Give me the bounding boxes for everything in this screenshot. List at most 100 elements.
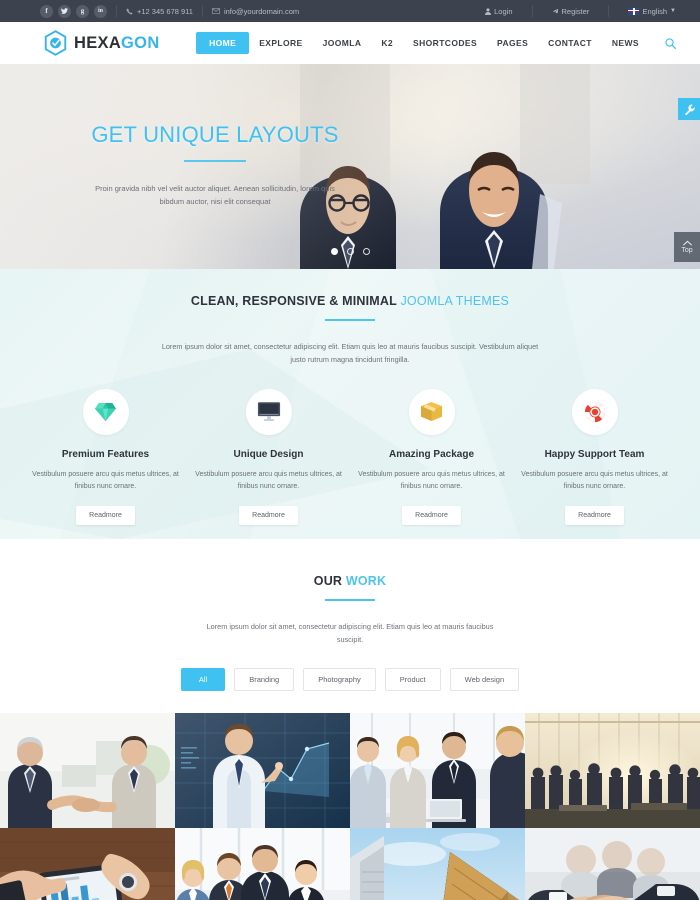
user-icon bbox=[485, 7, 492, 15]
feature-text: Vestibulum posuere arcu quis metus ultri… bbox=[358, 470, 505, 491]
feature-card-package: Amazing Package Vestibulum posuere arcu … bbox=[350, 388, 513, 526]
package-icon-wrap bbox=[408, 388, 455, 435]
features-title-dark: CLEAN, RESPONSIVE & MINIMAL bbox=[190, 294, 397, 308]
phone-info: +12 345 678 911 bbox=[126, 7, 193, 16]
features-title-accent: JOOMLA THEMES bbox=[400, 294, 510, 308]
lifebuoy-icon-wrap bbox=[571, 388, 618, 435]
portfolio-tile-conference-silhouettes[interactable] bbox=[525, 712, 700, 828]
uk-flag-icon bbox=[628, 7, 640, 15]
readmore-button-premium[interactable]: Readmore bbox=[76, 506, 135, 526]
hero-title: GET UNIQUE LAYOUTS bbox=[91, 122, 339, 147]
twitter-icon[interactable] bbox=[58, 4, 71, 18]
feature-title: Unique Design bbox=[233, 448, 304, 460]
nav-item-k2[interactable]: K2 bbox=[371, 32, 403, 54]
features-section: CLEAN, RESPONSIVE & MINIMAL JOOMLA THEME… bbox=[0, 269, 700, 539]
filter-all[interactable]: All bbox=[180, 667, 226, 691]
portfolio-grid bbox=[0, 712, 700, 900]
language-label: English bbox=[642, 6, 668, 16]
our-work-section: OUR WORK Lorem ipsum dolor sit amet, con… bbox=[0, 539, 700, 900]
phone-icon bbox=[126, 7, 133, 15]
hero-subtitle: Proin gravida nibh vel velit auctor aliq… bbox=[95, 184, 335, 207]
facebook-icon[interactable]: f bbox=[40, 4, 53, 18]
work-title-dark: OUR bbox=[313, 574, 343, 588]
googleplus-icon[interactable]: g bbox=[76, 4, 89, 18]
lifebuoy-icon bbox=[584, 401, 605, 423]
filter-webdesign[interactable]: Web design bbox=[449, 667, 520, 691]
slider-dot-1[interactable] bbox=[330, 248, 338, 255]
nav-item-shortcodes[interactable]: SHORTCODES bbox=[403, 32, 487, 54]
nav-item-contact[interactable]: CONTACT bbox=[538, 32, 602, 54]
portfolio-tile-skyscrapers[interactable] bbox=[350, 827, 525, 900]
language-selector[interactable]: English ▼ bbox=[618, 7, 686, 16]
scroll-top-label: Top bbox=[681, 247, 693, 254]
filter-branding[interactable]: Branding bbox=[234, 667, 295, 691]
feature-card-support: Happy Support Team Vestibulum posuere ar… bbox=[513, 388, 676, 526]
features-divider bbox=[325, 319, 375, 321]
logo[interactable]: HEXAGON bbox=[44, 30, 160, 56]
facebook-glyph: f bbox=[45, 6, 48, 15]
filter-photography[interactable]: Photography bbox=[303, 667, 376, 691]
work-title-accent: WORK bbox=[345, 574, 387, 588]
portfolio-tile-team-meeting[interactable] bbox=[350, 712, 525, 828]
register-link[interactable]: Register bbox=[542, 7, 600, 16]
work-title: OUR WORK bbox=[0, 574, 700, 588]
filter-product[interactable]: Product bbox=[384, 667, 441, 691]
diamond-icon-wrap bbox=[82, 388, 129, 435]
divider bbox=[201, 5, 203, 17]
portfolio-tile-handshake-closeup[interactable] bbox=[525, 827, 700, 900]
nav-item-news[interactable]: NEWS bbox=[602, 32, 649, 54]
logo-accent: GON bbox=[121, 33, 160, 52]
page-root: f g in +12 345 678 911 info@yourdomain.c… bbox=[0, 0, 700, 900]
readmore-button-package[interactable]: Readmore bbox=[402, 506, 461, 526]
register-icon bbox=[552, 8, 558, 13]
scroll-to-top-button[interactable]: Top bbox=[674, 232, 700, 262]
monitor-icon-wrap bbox=[245, 388, 292, 435]
readmore-button-support[interactable]: Readmore bbox=[565, 506, 624, 526]
nav-item-pages[interactable]: PAGES bbox=[487, 32, 538, 54]
work-subtitle: Lorem ipsum dolor sit amet, consectetur … bbox=[206, 622, 494, 645]
wrench-icon bbox=[684, 104, 695, 115]
feature-text: Vestibulum posuere arcu quis metus ultri… bbox=[521, 470, 668, 491]
slider-dot-2[interactable] bbox=[346, 248, 354, 255]
top-bar: f g in +12 345 678 911 info@yourdomain.c… bbox=[0, 0, 700, 22]
feature-title: Amazing Package bbox=[388, 448, 475, 460]
settings-wrench-button[interactable] bbox=[678, 98, 700, 120]
login-link[interactable]: Login bbox=[475, 7, 522, 16]
readmore-button-design[interactable]: Readmore bbox=[239, 506, 298, 526]
nav-item-home[interactable]: HOME bbox=[196, 32, 250, 54]
linkedin-glyph: in bbox=[97, 8, 103, 14]
features-title: CLEAN, RESPONSIVE & MINIMAL JOOMLA THEME… bbox=[0, 294, 700, 308]
hexagon-logo-icon bbox=[44, 30, 67, 56]
feature-title: Happy Support Team bbox=[544, 448, 645, 460]
slider-dot-3[interactable] bbox=[362, 248, 370, 255]
logo-primary: HEXA bbox=[74, 33, 122, 52]
portfolio-tile-handshake-office[interactable] bbox=[0, 712, 175, 828]
googleplus-glyph: g bbox=[80, 6, 85, 15]
chevron-down-icon: ▼ bbox=[670, 8, 676, 14]
divider bbox=[531, 5, 533, 17]
portfolio-tile-tablet-charts[interactable] bbox=[0, 827, 175, 900]
features-header: CLEAN, RESPONSIVE & MINIMAL JOOMLA THEME… bbox=[0, 269, 700, 367]
feature-title: Premium Features bbox=[61, 448, 150, 460]
portfolio-filters: All Branding Photography Product Web des… bbox=[0, 667, 700, 691]
login-label: Login bbox=[494, 6, 513, 16]
feature-card-premium: Premium Features Vestibulum posuere arcu… bbox=[24, 388, 187, 526]
twitter-bird bbox=[61, 8, 68, 14]
social-links: f g in bbox=[40, 4, 107, 18]
search-icon[interactable] bbox=[665, 37, 676, 49]
work-divider bbox=[325, 599, 375, 601]
envelope-icon bbox=[211, 8, 220, 14]
email-text: info@yourdomain.com bbox=[223, 6, 300, 16]
linkedin-icon[interactable]: in bbox=[94, 4, 107, 18]
hero-content: GET UNIQUE LAYOUTS Proin gravida nibh ve… bbox=[0, 64, 430, 269]
hero-divider bbox=[184, 160, 246, 162]
portfolio-tile-touchscreen-data[interactable] bbox=[175, 712, 350, 828]
phone-text: +12 345 678 911 bbox=[137, 6, 193, 16]
nav-item-joomla[interactable]: JOOMLA bbox=[313, 32, 372, 54]
nav-item-explore[interactable]: EXPLORE bbox=[249, 32, 312, 54]
main-navigation: HOME EXPLORE JOOMLA K2 SHORTCODES PAGES … bbox=[196, 32, 680, 54]
divider bbox=[608, 5, 610, 17]
portfolio-tile-business-team[interactable] bbox=[175, 827, 350, 900]
monitor-icon bbox=[257, 402, 280, 422]
register-label: Register bbox=[561, 6, 590, 16]
